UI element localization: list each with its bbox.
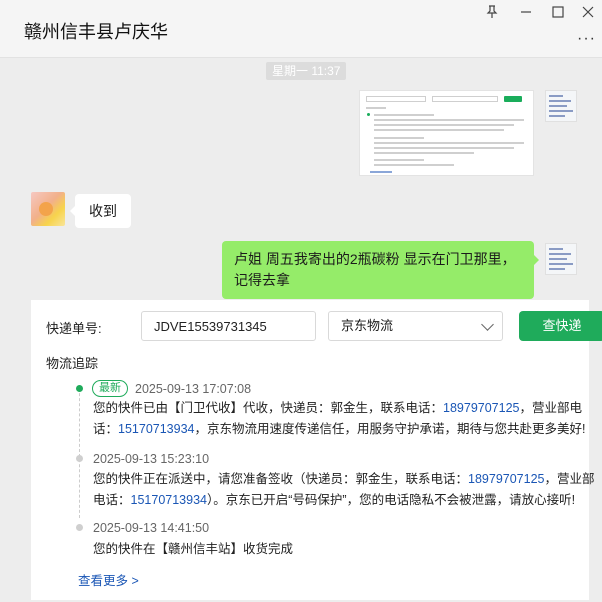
- incoming-message-bubble[interactable]: 收到: [70, 194, 131, 228]
- event-description: 您的快件正在派送中，请您准备签收（快递员：郭金生，联系电话：1897970712…: [93, 472, 595, 507]
- event-time: 2025-09-13 15:23:10: [93, 452, 210, 466]
- event-time: 2025-09-13 14:41:50: [93, 521, 210, 535]
- timeline-dot-latest: [76, 385, 83, 392]
- event-description: 您的快件在【赣州信丰站】收货完成: [93, 542, 294, 556]
- query-button[interactable]: 查快递: [519, 311, 602, 341]
- phone-link[interactable]: 18979707125: [468, 472, 544, 486]
- maximize-icon[interactable]: [546, 2, 570, 22]
- event-description: 您的快件已由【门卫代收】代收，快递员：郭金生，联系电话：18979707125，…: [93, 401, 586, 436]
- more-dots-icon[interactable]: ···: [577, 30, 596, 48]
- title-bar: 赣州信丰县卢庆华 ···: [0, 0, 602, 58]
- phone-link[interactable]: 18979707125: [443, 401, 519, 415]
- section-title: 物流追踪: [46, 356, 99, 371]
- outgoing-message-bubble[interactable]: 卢姐 周五我寄出的2瓶碳粉 显示在门卫那里，记得去拿: [222, 241, 539, 299]
- event-time: 2025-09-13 17:07:08: [135, 382, 252, 396]
- timeline-dot: [76, 455, 83, 462]
- latest-badge: 最新: [92, 380, 128, 397]
- my-avatar[interactable]: [545, 243, 577, 275]
- timeline-dot: [76, 524, 83, 531]
- screenshot-image-message[interactable]: [359, 90, 534, 176]
- phone-link[interactable]: 15170713934: [118, 422, 194, 436]
- contact-avatar[interactable]: [31, 192, 65, 226]
- message-timestamp: 星期一 11:37: [266, 62, 347, 80]
- minimize-icon[interactable]: [514, 2, 538, 22]
- chat-title: 赣州信丰县卢庆华: [24, 22, 168, 42]
- carrier-select[interactable]: 京东物流: [328, 311, 503, 341]
- tracking-panel: 快递单号: 京东物流 查快递 物流追踪 最新 2025-09-13 17:07:…: [31, 300, 602, 600]
- see-more-link[interactable]: 查看更多 >: [78, 570, 139, 589]
- timeline-line: [79, 388, 80, 518]
- phone-link[interactable]: 15170713934: [131, 493, 207, 507]
- my-avatar[interactable]: [545, 90, 577, 122]
- chevron-down-icon: [481, 318, 494, 331]
- tracking-number-input[interactable]: [141, 311, 316, 341]
- close-icon[interactable]: [576, 2, 600, 22]
- tracking-number-label: 快递单号:: [46, 321, 102, 336]
- carrier-select-value: 京东物流: [341, 318, 394, 333]
- pin-icon[interactable]: [480, 2, 504, 22]
